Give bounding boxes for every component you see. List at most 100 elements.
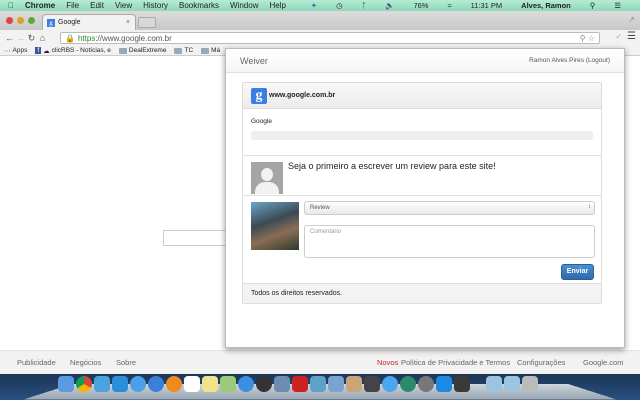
menu-help[interactable]: Help [269,1,285,10]
bookmark-ma[interactable]: Má [201,47,220,54]
maps-icon[interactable] [220,376,236,392]
tab-bar: g Google × ↗ [0,11,640,30]
time-machine-dock-icon[interactable] [400,376,416,392]
bookmark-clicrbs[interactable]: f ☁ clicRBS - Notícias, e [35,47,111,55]
bookmark-apps[interactable]: ⋯ Apps [4,47,27,55]
bookmark-label: Má [211,47,221,54]
twitter-status-icon[interactable]: ✦ [311,1,317,10]
chrome-icon[interactable] [76,376,92,392]
cloud-icon: ☁ [43,47,50,55]
back-button[interactable]: ← [4,33,15,43]
address-bar[interactable]: 🔒 https ://www.google.com.br ⚲ ☆ [60,32,600,44]
mac-dock [0,374,640,400]
rating-bar [251,131,593,140]
footer-link-negocios[interactable]: Negócios [70,358,101,367]
menu-history[interactable]: History [143,1,168,10]
google-search-input[interactable] [163,230,233,246]
weiver-extension-icon[interactable]: ✓ [615,32,622,41]
browser-toolbar: ← → ↻ ⌂ 🔒 https ://www.google.com.br ⚲ ☆… [0,30,640,46]
bookmark-label: Apps [12,47,28,54]
spotlight-icon[interactable]: ⚲ [590,1,596,10]
app-store-icon[interactable] [238,376,254,392]
applications-folder-icon[interactable] [486,376,502,392]
facebook-icon: f [35,47,42,54]
footer-link-publicidade[interactable]: Publicidade [17,358,56,367]
time-machine-icon[interactable]: ◷ [336,1,343,10]
minimize-window-button[interactable] [17,17,24,24]
footer-link-settings[interactable]: Configurações [517,358,565,367]
new-tab-button[interactable] [138,17,156,28]
popup-header: Weiver Ramon Alves Pires (Logout) [226,49,624,73]
fullscreen-icon[interactable]: ↗ [628,15,635,24]
messages-icon[interactable] [382,376,398,392]
comment-textarea[interactable]: Comentário [304,225,595,258]
photo-booth-icon[interactable] [292,376,308,392]
empty-review-message: Seja o primeiro a escrever um review par… [288,161,496,171]
panel-footer: Todos os direitos reservados. [243,283,601,303]
menu-edit[interactable]: Edit [90,1,104,10]
google-logo-icon: g [251,87,267,104]
url-rest: ://www.google.com.br [95,33,172,43]
bookmark-tc[interactable]: TC [174,47,193,54]
site-url: www.google.com.br [269,92,336,99]
twitter-icon[interactable] [112,376,128,392]
notes-icon[interactable] [202,376,218,392]
bookmark-dealextreme[interactable]: DealExtreme [118,47,167,54]
messenger-icon[interactable] [94,376,110,392]
google-footer: Publicidade Negócios Sobre Novos Polític… [0,350,640,374]
bookmark-label: DealExtreme [128,47,167,54]
select-arrows-icon: ↕ [588,204,591,210]
menu-app-name[interactable]: Chrome [25,1,55,10]
submit-button[interactable]: Enviar [561,264,594,280]
default-avatar-icon [251,162,283,194]
close-tab-icon[interactable]: × [126,19,130,26]
logout-link[interactable]: Ramon Alves Pires (Logout) [529,57,610,64]
footer-link-privacy[interactable]: Política de Privacidade e Termos [401,358,510,367]
battery-status[interactable]: 76% [413,1,428,10]
documents-folder-icon[interactable] [504,376,520,392]
menu-window[interactable]: Window [230,1,258,10]
footer-link-google[interactable]: Google.com [583,358,623,367]
clock[interactable]: 11:31 PM [471,1,503,10]
close-window-button[interactable] [6,17,13,24]
apple-icon[interactable]:  [8,1,14,10]
volume-icon[interactable]: 🔈 [385,1,394,10]
iphoto-icon[interactable] [310,376,326,392]
calendar-icon[interactable] [184,376,200,392]
launchpad-icon[interactable] [418,376,434,392]
photo-icon[interactable] [274,376,290,392]
footer-link-sobre[interactable]: Sobre [116,358,136,367]
safari-icon[interactable] [130,376,146,392]
notification-center-icon[interactable]: ☰ [614,1,621,10]
menu-view[interactable]: View [115,1,132,10]
menu-file[interactable]: File [66,1,79,10]
review-type-select[interactable]: Review ↕ [304,201,595,215]
trash-icon[interactable] [522,376,538,392]
finder-icon[interactable] [58,376,74,392]
wifi-icon[interactable]: ≈ [447,1,451,10]
tab-google[interactable]: g Google × [42,14,136,30]
select-value: Review [310,205,330,211]
bookmark-label: clicRBS - Notícias, e [51,47,111,54]
ibooks-icon[interactable] [166,376,182,392]
forward-button[interactable]: → [15,33,26,43]
word-icon[interactable] [436,376,452,392]
reload-button[interactable]: ↻ [26,33,37,44]
home-button[interactable]: ⌂ [37,33,48,43]
itunes-icon[interactable] [148,376,164,392]
contacts-icon[interactable] [346,376,362,392]
bluetooth-icon[interactable]: ᛏ [362,1,367,10]
facetime-icon[interactable] [364,376,380,392]
bookmark-label: TC [184,47,194,54]
zoom-icon[interactable]: ⚲ [580,34,586,43]
menu-bookmarks[interactable]: Bookmarks [179,1,219,10]
folder-icon [174,47,183,54]
chrome-menu-icon[interactable]: ☰ [627,31,636,42]
preview-icon[interactable] [328,376,344,392]
user-name[interactable]: Alves, Ramon [521,1,571,10]
sublime-icon[interactable] [454,376,470,392]
dashboard-icon[interactable] [256,376,272,392]
lock-icon: 🔒 [65,33,75,43]
zoom-window-button[interactable] [28,17,35,24]
star-bookmark-icon[interactable]: ☆ [588,34,595,43]
